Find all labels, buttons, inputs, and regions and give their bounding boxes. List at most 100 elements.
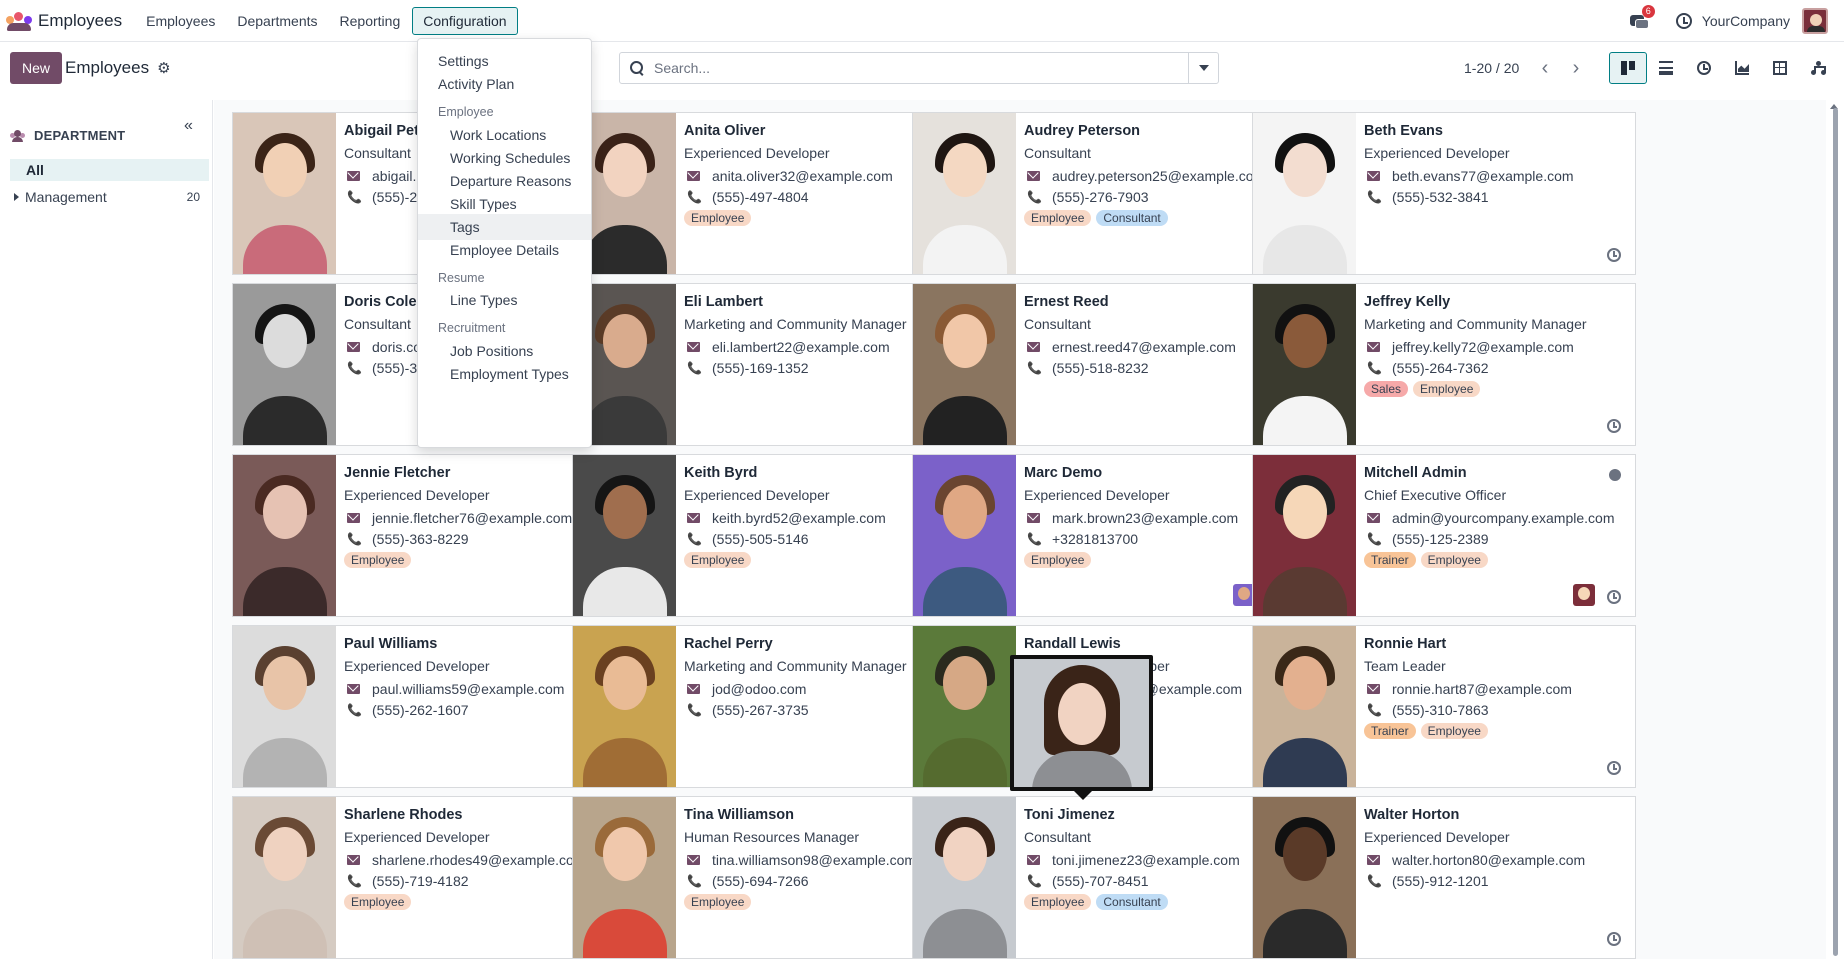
- employee-phone[interactable]: (555)-497-4804: [712, 189, 809, 205]
- employee-email[interactable]: sharlene.rhodes49@example.com: [372, 852, 585, 868]
- employee-phone[interactable]: +3281813700: [1052, 531, 1138, 547]
- employee-email[interactable]: tina.williamson98@example.com: [712, 852, 916, 868]
- employee-photo[interactable]: [233, 284, 336, 445]
- employee-photo[interactable]: [913, 113, 1016, 274]
- collapse-panel-icon[interactable]: «: [184, 117, 193, 135]
- activity-clock-icon[interactable]: [1607, 761, 1621, 775]
- employee-email[interactable]: audrey.peterson25@example.com: [1052, 168, 1265, 184]
- employee-email[interactable]: keith.byrd52@example.com: [712, 510, 886, 526]
- scrollbar-thumb[interactable]: [1833, 108, 1838, 956]
- employee-email[interactable]: walter.horton80@example.com: [1392, 852, 1585, 868]
- pager-value[interactable]: 1-20 / 20: [1464, 60, 1519, 76]
- menu-item-line-types[interactable]: Line Types: [418, 287, 591, 313]
- employee-card[interactable]: Ernest Reed Consultant ernest.reed47@examp…: [912, 283, 1296, 446]
- employee-photo[interactable]: [1253, 797, 1356, 958]
- employee-photo[interactable]: [233, 797, 336, 958]
- view-kanban-button[interactable]: [1609, 52, 1647, 84]
- employee-phone[interactable]: (555)-125-2389: [1392, 531, 1489, 547]
- employee-card[interactable]: Jennie Fletcher Experienced Developer jenn…: [232, 454, 616, 617]
- employee-card[interactable]: Keith Byrd Experienced Developer keith.byr…: [572, 454, 956, 617]
- employee-email[interactable]: jeffrey.kelly72@example.com: [1392, 339, 1574, 355]
- employee-photo[interactable]: [913, 455, 1016, 616]
- activity-clock-icon[interactable]: [1607, 932, 1621, 946]
- employee-photo[interactable]: [573, 455, 676, 616]
- view-hierarchy-button[interactable]: [1799, 52, 1837, 84]
- employee-phone[interactable]: (555)-264-7362: [1392, 360, 1489, 376]
- employee-email[interactable]: eli.lambert22@example.com: [712, 339, 890, 355]
- user-avatar[interactable]: [1802, 8, 1828, 34]
- activity-clock-icon[interactable]: [1607, 590, 1621, 604]
- employee-phone[interactable]: (555)-505-5146: [712, 531, 809, 547]
- employee-card[interactable]: Marc Demo Experienced Developer mark.brown…: [912, 454, 1296, 617]
- employee-card[interactable]: Sharlene Rhodes Experienced Developer shar…: [232, 796, 616, 959]
- employee-phone[interactable]: (555)-518-8232: [1052, 360, 1149, 376]
- gear-icon[interactable]: ⚙: [157, 59, 170, 77]
- activities-clock-icon[interactable]: [1675, 13, 1692, 29]
- menu-configuration[interactable]: Configuration: [412, 6, 518, 35]
- employee-phone[interactable]: (555)-276-7903: [1052, 189, 1149, 205]
- employee-card[interactable]: Paul Williams Experienced Developer paul.w…: [232, 625, 616, 788]
- employee-photo[interactable]: [233, 455, 336, 616]
- employee-email[interactable]: beth.evans77@example.com: [1392, 168, 1574, 184]
- activity-clock-icon[interactable]: [1607, 248, 1621, 262]
- menu-item-activity-plan[interactable]: Activity Plan: [418, 71, 591, 97]
- employee-email[interactable]: ronnie.hart87@example.com: [1392, 681, 1572, 697]
- employee-card[interactable]: Rachel Perry Marketing and Community Mana…: [572, 625, 956, 788]
- employee-photo[interactable]: [913, 797, 1016, 958]
- menu-reporting[interactable]: Reporting: [330, 8, 411, 34]
- messages-icon[interactable]: 6: [1629, 5, 1655, 29]
- employee-email[interactable]: ernest.reed47@example.com: [1052, 339, 1236, 355]
- employees-app-icon[interactable]: [6, 11, 34, 31]
- search-options-toggle[interactable]: [1188, 53, 1218, 83]
- employee-photo[interactable]: [1253, 455, 1356, 616]
- employee-email[interactable]: jod@odoo.com: [712, 681, 806, 697]
- manager-avatar[interactable]: [1573, 584, 1595, 606]
- new-button[interactable]: New: [10, 52, 63, 84]
- employee-phone[interactable]: (555)-169-1352: [712, 360, 809, 376]
- employee-card[interactable]: Tina Williamson Human Resources Manager ti…: [572, 796, 956, 959]
- activity-clock-icon[interactable]: [1607, 419, 1621, 433]
- sidebar-item-management[interactable]: Management 20: [14, 189, 204, 205]
- employee-photo[interactable]: [913, 626, 1016, 787]
- employee-phone[interactable]: (555)-363-8229: [372, 531, 469, 547]
- employee-card[interactable]: Mitchell Admin Chief Executive Officer adm…: [1252, 454, 1636, 617]
- employee-photo[interactable]: [913, 284, 1016, 445]
- employee-card[interactable]: Walter Horton Experienced Developer walter…: [1252, 796, 1636, 959]
- caret-right-icon[interactable]: [14, 193, 19, 201]
- menu-employees[interactable]: Employees: [136, 8, 225, 34]
- employee-card[interactable]: Eli Lambert Marketing and Community Manag…: [572, 283, 956, 446]
- sidebar-item-all[interactable]: All: [10, 159, 209, 181]
- company-switcher[interactable]: YourCompany: [1702, 13, 1790, 29]
- menu-departments[interactable]: Departments: [227, 8, 327, 34]
- employee-phone[interactable]: (555)-310-7863: [1392, 702, 1489, 718]
- employee-email[interactable]: admin@yourcompany.example.com: [1392, 510, 1615, 526]
- employee-photo[interactable]: [1253, 626, 1356, 787]
- employee-photo[interactable]: [573, 797, 676, 958]
- view-graph-button[interactable]: [1723, 52, 1761, 84]
- employee-photo[interactable]: [573, 626, 676, 787]
- employee-phone[interactable]: (555)-694-7266: [712, 873, 809, 889]
- employee-card[interactable]: Jeffrey Kelly Marketing and Community Man…: [1252, 283, 1636, 446]
- employee-card[interactable]: Anita Oliver Experienced Developer anita.o…: [572, 112, 956, 275]
- employee-photo[interactable]: [1253, 113, 1356, 274]
- employee-email[interactable]: jennie.fletcher76@example.com: [372, 510, 572, 526]
- employee-card[interactable]: Toni Jimenez Consultant toni.jimenez23@exa…: [912, 796, 1296, 959]
- view-activity-button[interactable]: [1685, 52, 1723, 84]
- menu-item-employee-details[interactable]: Employee Details: [418, 237, 591, 263]
- app-name[interactable]: Employees: [38, 11, 122, 31]
- employee-phone[interactable]: (555)-532-3841: [1392, 189, 1489, 205]
- employee-photo[interactable]: [233, 113, 336, 274]
- employee-card[interactable]: Beth Evans Experienced Developer beth.evan…: [1252, 112, 1636, 275]
- view-list-button[interactable]: [1647, 52, 1685, 84]
- employee-card[interactable]: Ronnie Hart Team Leader ronnie.hart87@exam…: [1252, 625, 1636, 788]
- employee-email[interactable]: toni.jimenez23@example.com: [1052, 852, 1240, 868]
- employee-phone[interactable]: (555)-267-3735: [712, 702, 809, 718]
- employee-phone[interactable]: (555)-262-1607: [372, 702, 469, 718]
- pager-next-button[interactable]: ›: [1561, 52, 1591, 84]
- employee-card[interactable]: Audrey Peterson Consultant audrey.peterson…: [912, 112, 1296, 275]
- search-input[interactable]: [654, 60, 1188, 76]
- view-pivot-button[interactable]: [1761, 52, 1799, 84]
- employee-photo[interactable]: [233, 626, 336, 787]
- menu-item-employment-types[interactable]: Employment Types: [418, 361, 591, 387]
- employee-email[interactable]: paul.williams59@example.com: [372, 681, 564, 697]
